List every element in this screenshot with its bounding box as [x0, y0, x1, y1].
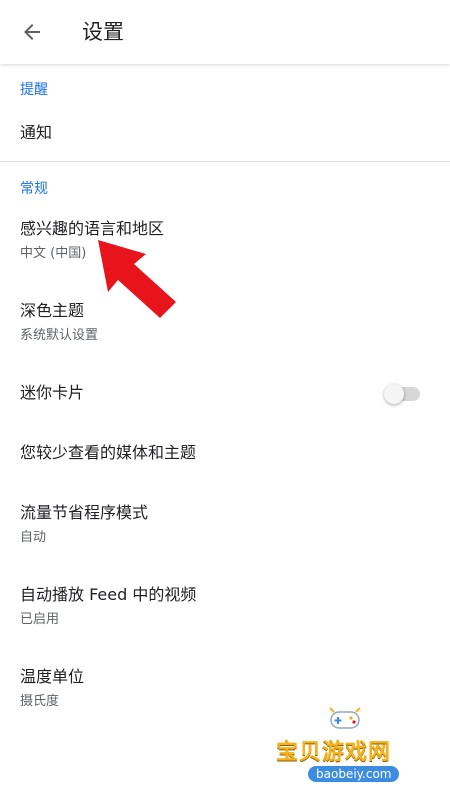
settings-list: 提醒 通知 常规 感兴趣的语言和地区 中文 (中国) 深色主题 系统默认设置 迷… [0, 64, 450, 800]
watermark-logo: 宝贝游戏网 baobeiy.com [270, 700, 430, 790]
setting-title: 您较少查看的媒体和主题 [20, 443, 197, 462]
back-button[interactable] [8, 8, 56, 56]
setting-mini-cards[interactable]: 迷你卡片 [0, 368, 450, 420]
setting-subtitle: 自动 [20, 530, 47, 545]
setting-subtitle: 中文 (中国) [20, 246, 87, 261]
setting-subtitle: 摄氏度 [20, 694, 60, 709]
setting-language-region[interactable]: 感兴趣的语言和地区 中文 (中国) [0, 208, 450, 272]
watermark-url: baobeiy.com [308, 766, 400, 782]
setting-title: 通知 [20, 123, 53, 142]
setting-title: 流量节省程序模式 [20, 503, 149, 522]
setting-title: 迷你卡片 [20, 383, 85, 402]
setting-data-saver[interactable]: 流量节省程序模式 自动 [0, 492, 450, 556]
setting-title: 温度单位 [20, 667, 85, 686]
gamepad-icon [329, 707, 361, 729]
setting-title: 自动播放 Feed 中的视频 [20, 585, 197, 604]
setting-autoplay-video[interactable]: 自动播放 Feed 中的视频 已启用 [0, 574, 450, 638]
watermark-title: 宝贝游戏网 [276, 740, 392, 765]
setting-title: 深色主题 [20, 301, 85, 320]
toggle-thumb [384, 384, 404, 404]
page-title: 设置 [82, 20, 124, 44]
setting-less-seen-media[interactable]: 您较少查看的媒体和主题 [0, 428, 450, 480]
arrow-back-icon [24, 24, 40, 40]
setting-notifications[interactable]: 通知 [0, 108, 450, 160]
setting-dark-theme[interactable]: 深色主题 系统默认设置 [0, 290, 450, 354]
setting-subtitle: 系统默认设置 [20, 328, 99, 343]
section-header-reminders: 提醒 [20, 82, 48, 98]
mini-cards-toggle[interactable] [384, 384, 420, 404]
setting-subtitle: 已启用 [20, 612, 60, 627]
section-divider [0, 161, 450, 162]
app-bar: 设置 [0, 0, 450, 64]
section-header-general: 常规 [20, 181, 48, 197]
red-arrow-icon [98, 240, 176, 318]
